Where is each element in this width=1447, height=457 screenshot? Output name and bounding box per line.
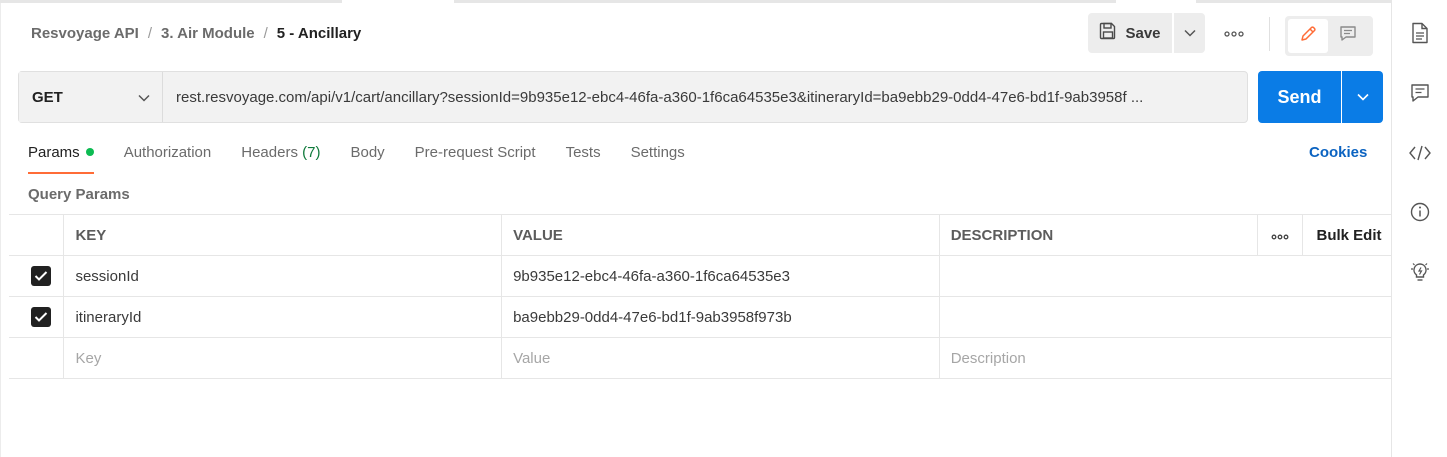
comment-icon[interactable]	[1409, 82, 1431, 104]
chevron-down-icon	[1183, 24, 1196, 42]
save-icon	[1099, 22, 1117, 44]
params-active-dot	[85, 148, 94, 156]
url-text: rest.resvoyage.com/api/v1/cart/ancillary…	[176, 88, 1144, 106]
send-group: Send	[1258, 71, 1383, 123]
chevron-down-icon	[1356, 88, 1369, 106]
url-bar: GET rest.resvoyage.com/api/v1/cart/ancil…	[18, 71, 1248, 123]
tab-authorization[interactable]: Authorization	[124, 142, 212, 174]
tab-params[interactable]: Params	[28, 142, 94, 174]
document-icon[interactable]	[1409, 22, 1431, 44]
tab-pre-request-script[interactable]: Pre-request Script	[415, 142, 536, 174]
right-sidebar	[1391, 0, 1447, 457]
new-description-input[interactable]: Description	[939, 337, 1393, 379]
param-description-cell[interactable]	[939, 296, 1393, 338]
param-key-cell[interactable]: sessionId	[63, 255, 503, 297]
view-mode-toggle	[1285, 16, 1373, 56]
comment-icon	[1339, 25, 1357, 48]
tab-headers[interactable]: Headers (7)	[241, 142, 320, 174]
send-options-button[interactable]	[1342, 71, 1383, 123]
request-editor: Resvoyage API / 3. Air Module / 5 - Anci…	[0, 3, 1393, 457]
save-label: Save	[1125, 24, 1161, 42]
breadcrumb-item-folder[interactable]: 3. Air Module	[161, 25, 255, 42]
comment-mode-button[interactable]	[1328, 19, 1368, 53]
breadcrumb-separator: /	[263, 25, 268, 42]
row-checkbox[interactable]	[31, 307, 52, 327]
row-checkbox[interactable]	[31, 266, 52, 286]
query-params-table: KEY VALUE DESCRIPTION Bulk Edit sessionI…	[9, 214, 1393, 379]
table-row-new: Key Value Description	[9, 337, 1393, 379]
request-tabs: Params Authorization Headers (7) Body Pr…	[28, 142, 715, 174]
tab-params-label: Params	[28, 144, 80, 161]
more-actions-button[interactable]	[1217, 23, 1251, 43]
new-key-input[interactable]: Key	[63, 337, 503, 379]
method-select[interactable]: GET	[19, 72, 163, 122]
tab-body[interactable]: Body	[350, 142, 384, 174]
tab-headers-label: Headers	[241, 144, 298, 161]
headers-count: (7)	[302, 144, 321, 161]
edit-mode-button[interactable]	[1288, 19, 1328, 53]
table-row: sessionId 9b935e12-ebc4-46fa-a360-1f6ca6…	[9, 255, 1393, 297]
column-header-value: VALUE	[501, 214, 940, 256]
save-group: Save	[1088, 13, 1205, 53]
tab-settings[interactable]: Settings	[631, 142, 685, 174]
breadcrumb: Resvoyage API / 3. Air Module / 5 - Anci…	[31, 25, 361, 42]
send-button[interactable]: Send	[1258, 71, 1341, 123]
code-icon[interactable]	[1409, 142, 1431, 164]
row-checkbox-cell	[9, 296, 65, 338]
table-row: itineraryId ba9ebb29-0dd4-47e6-bd1f-9ab3…	[9, 296, 1393, 338]
info-icon[interactable]	[1409, 201, 1431, 223]
breadcrumb-item-collection[interactable]: Resvoyage API	[31, 25, 139, 42]
param-key-cell[interactable]: itineraryId	[63, 296, 503, 338]
url-input[interactable]: rest.resvoyage.com/api/v1/cart/ancillary…	[163, 72, 1247, 122]
toolbar-divider	[1269, 17, 1270, 51]
cookies-link[interactable]: Cookies	[1309, 144, 1367, 161]
param-value-cell[interactable]: ba9ebb29-0dd4-47e6-bd1f-9ab3958f973b	[501, 296, 940, 338]
pencil-icon	[1299, 25, 1317, 48]
save-button[interactable]: Save	[1088, 13, 1172, 53]
table-header-row: KEY VALUE DESCRIPTION Bulk Edit	[9, 214, 1392, 256]
bulk-edit-button[interactable]: Bulk Edit	[1302, 214, 1392, 256]
column-options-button[interactable]	[1257, 214, 1304, 256]
column-header-key: KEY	[63, 214, 503, 256]
chevron-down-icon	[138, 89, 150, 106]
row-checkbox-cell	[9, 337, 65, 379]
save-options-button[interactable]	[1174, 13, 1205, 53]
query-params-title: Query Params	[28, 186, 130, 203]
new-value-input[interactable]: Value	[501, 337, 940, 379]
request-name[interactable]: 5 - Ancillary	[277, 25, 361, 42]
more-horizontal-icon	[1271, 227, 1289, 244]
method-label: GET	[32, 88, 63, 106]
param-description-cell[interactable]	[939, 255, 1393, 297]
header-check-cell	[9, 214, 65, 256]
more-horizontal-icon	[1224, 24, 1244, 42]
param-value-cell[interactable]: 9b935e12-ebc4-46fa-a360-1f6ca64535e3	[501, 255, 940, 297]
breadcrumb-separator: /	[147, 25, 152, 42]
tab-tests[interactable]: Tests	[566, 142, 601, 174]
row-checkbox-cell	[9, 255, 65, 297]
column-header-description: DESCRIPTION	[939, 214, 1258, 256]
lightbulb-icon[interactable]	[1409, 261, 1431, 283]
